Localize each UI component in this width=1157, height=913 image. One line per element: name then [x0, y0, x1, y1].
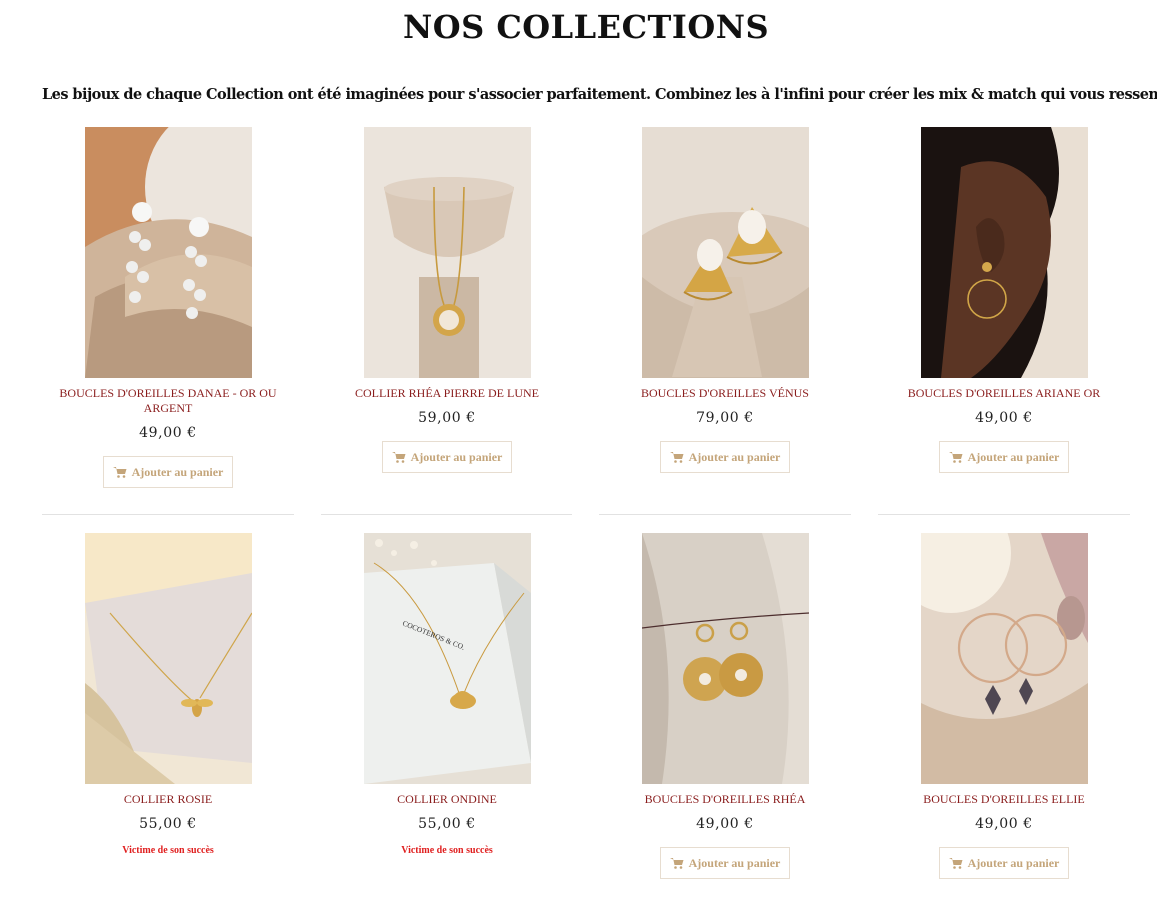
add-to-cart-button[interactable]: Ajouter au panier [381, 441, 513, 473]
product-image-danae[interactable] [84, 127, 252, 378]
product-row: COLLIER ROSIE 55,00 € Victime de son suc… [42, 533, 1130, 913]
product-card: BOUCLES D'OREILLES ELLIE 49,00 € Ajouter… [878, 533, 1130, 879]
product-image-ondine[interactable]: COCOTEROS & CO. [363, 533, 531, 784]
divider [42, 514, 294, 515]
product-price: 49,00 € [696, 816, 754, 832]
product-price: 55,00 € [139, 816, 197, 832]
shopping-cart-icon [669, 452, 684, 463]
product-name[interactable]: BOUCLES D'OREILLES ARIANE OR [878, 386, 1130, 401]
product-name[interactable]: BOUCLES D'OREILLES VÉNUS [599, 386, 851, 401]
divider [878, 514, 1130, 515]
add-to-cart-button[interactable]: Ajouter au panier [938, 847, 1070, 879]
product-price: 55,00 € [418, 816, 476, 832]
product-card: COLLIER RHÉA PIERRE DE LUNE 59,00 € Ajou… [321, 127, 573, 473]
product-card: COCOTEROS & CO. COLLIER ONDINE 55,00 € V… [321, 533, 573, 856]
product-row: BOUCLES D'OREILLES DANAE - OR OU ARGENT … [42, 127, 1130, 533]
add-to-cart-button[interactable]: Ajouter au panier [102, 456, 234, 488]
product-name[interactable]: BOUCLES D'OREILLES RHÉA [599, 792, 851, 807]
add-to-cart-label: Ajouter au panier [131, 464, 224, 479]
product-price: 49,00 € [139, 425, 197, 441]
add-to-cart-button[interactable]: Ajouter au panier [938, 441, 1070, 473]
product-image-rosie[interactable] [84, 533, 252, 784]
divider [599, 514, 851, 515]
product-card: COLLIER ROSIE 55,00 € Victime de son suc… [42, 533, 294, 856]
add-to-cart-label: Ajouter au panier [688, 449, 781, 464]
product-price: 49,00 € [975, 816, 1033, 832]
shopping-cart-icon [669, 858, 684, 869]
add-to-cart-label: Ajouter au panier [688, 855, 781, 870]
product-name[interactable]: BOUCLES D'OREILLES DANAE - OR OU ARGENT [42, 386, 294, 416]
add-to-cart-label: Ajouter au panier [967, 449, 1060, 464]
product-name[interactable]: COLLIER ONDINE [321, 792, 573, 807]
product-price: 49,00 € [975, 410, 1033, 426]
add-to-cart-button[interactable]: Ajouter au panier [659, 441, 791, 473]
product-image-ariane[interactable] [920, 127, 1088, 378]
page-title: NOS COLLECTIONS [402, 8, 770, 46]
product-card: BOUCLES D'OREILLES DANAE - OR OU ARGENT … [42, 127, 294, 488]
product-grid: BOUCLES D'OREILLES DANAE - OR OU ARGENT … [42, 127, 1130, 913]
collection-intro: Les bijoux de chaque Collection ont été … [42, 86, 1157, 103]
product-name[interactable]: COLLIER ROSIE [42, 792, 294, 807]
product-name[interactable]: BOUCLES D'OREILLES ELLIE [878, 792, 1130, 807]
product-price: 79,00 € [696, 410, 754, 426]
shopping-cart-icon [112, 467, 127, 478]
divider [321, 514, 572, 515]
soldout-notice: Victime de son succès [401, 845, 493, 856]
product-image-rhea-necklace[interactable] [363, 127, 531, 378]
add-to-cart-label: Ajouter au panier [967, 855, 1060, 870]
shopping-cart-icon [948, 452, 963, 463]
shopping-cart-icon [948, 858, 963, 869]
product-image-rhea-earrings[interactable] [641, 533, 809, 784]
add-to-cart-button[interactable]: Ajouter au panier [659, 847, 791, 879]
product-price: 59,00 € [418, 410, 476, 426]
product-image-ellie[interactable] [920, 533, 1088, 784]
soldout-notice: Victime de son succès [122, 845, 214, 856]
product-card: BOUCLES D'OREILLES VÉNUS 79,00 € Ajouter… [599, 127, 851, 473]
product-name[interactable]: COLLIER RHÉA PIERRE DE LUNE [321, 386, 573, 401]
product-card: BOUCLES D'OREILLES RHÉA 49,00 € Ajouter … [599, 533, 851, 879]
product-card: BOUCLES D'OREILLES ARIANE OR 49,00 € Ajo… [878, 127, 1130, 473]
add-to-cart-label: Ajouter au panier [410, 449, 503, 464]
shopping-cart-icon [391, 452, 406, 463]
product-image-venus[interactable] [641, 127, 809, 378]
